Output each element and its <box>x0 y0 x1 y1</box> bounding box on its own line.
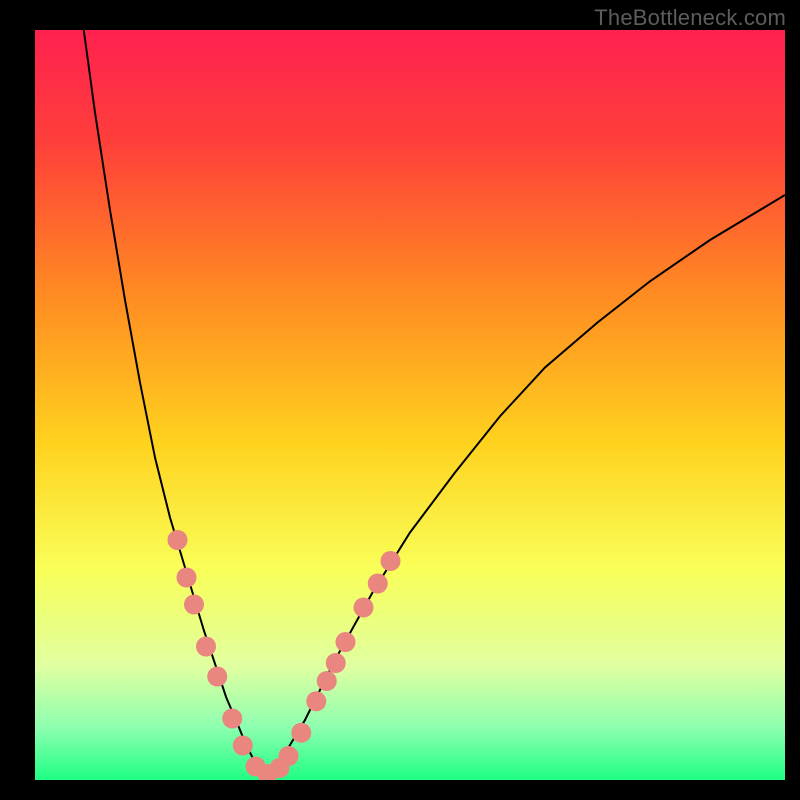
chart-frame: TheBottleneck.com <box>0 0 800 800</box>
marker-dot <box>196 637 216 657</box>
marker-dot <box>326 653 346 673</box>
marker-dot <box>222 709 242 729</box>
marker-dot <box>368 574 388 594</box>
marker-dot <box>177 568 197 588</box>
marker-dot <box>207 667 227 687</box>
marker-dot <box>354 598 374 618</box>
marker-dot <box>168 530 188 550</box>
chart-svg <box>35 30 785 780</box>
gradient-background <box>35 30 785 780</box>
marker-dot <box>381 551 401 571</box>
marker-dot <box>317 671 337 691</box>
watermark-text: TheBottleneck.com <box>594 5 786 31</box>
marker-dot <box>233 736 253 756</box>
marker-dot <box>184 595 204 615</box>
bottleneck-chart <box>35 30 785 780</box>
marker-dot <box>306 691 326 711</box>
marker-dot <box>279 746 299 766</box>
marker-dot <box>291 723 311 743</box>
marker-dot <box>336 632 356 652</box>
